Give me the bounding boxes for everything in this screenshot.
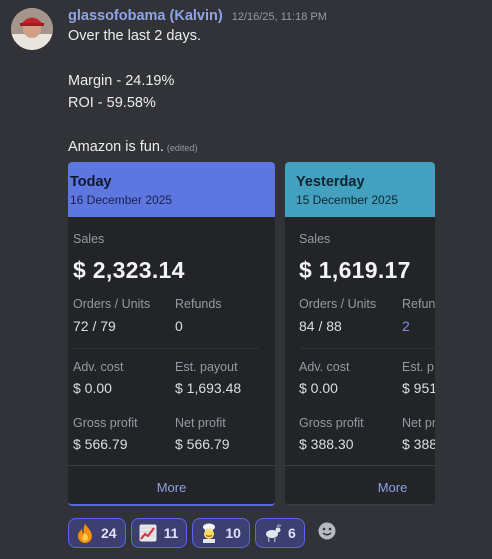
- refunds-label: Refun: [402, 297, 435, 311]
- message-header: glassofobama (Kalvin) 12/16/25, 11:18 PM: [68, 8, 327, 26]
- more-button[interactable]: More: [68, 480, 275, 495]
- card-header: Yesterday 15 December 2025: [285, 162, 435, 217]
- sales-value: $ 1,619.17: [299, 257, 411, 283]
- sales-label: Sales: [73, 232, 105, 246]
- reaction-count: 6: [287, 525, 296, 541]
- card-header: Today 16 December 2025: [68, 162, 275, 217]
- orders-label: Orders / Units: [299, 297, 377, 311]
- message-line: Over the last 2 days.: [68, 28, 201, 44]
- est-payout-label: Est. payout: [175, 360, 238, 374]
- fire-icon: [75, 523, 95, 543]
- sales-value: $ 2,323.14: [73, 257, 185, 283]
- more-button[interactable]: More: [285, 480, 435, 495]
- avatar[interactable]: [11, 8, 53, 50]
- message-line-last: Amazon is fun. (edited): [68, 139, 197, 155]
- cook-icon: [199, 523, 219, 543]
- net-profit-value: $ 566.79: [175, 436, 230, 452]
- net-profit-label: Net profit: [175, 416, 226, 430]
- goat-icon: [262, 523, 282, 543]
- gross-profit-label: Gross profit: [299, 416, 364, 430]
- divider: [68, 465, 275, 466]
- refunds-value[interactable]: 2: [402, 318, 410, 334]
- message-text: Amazon is fun.: [68, 139, 164, 155]
- add-reaction-button[interactable]: [312, 518, 342, 548]
- reaction-fire[interactable]: 24: [68, 518, 126, 548]
- adv-cost-value: $ 0.00: [73, 380, 112, 396]
- reaction-count: 11: [163, 525, 179, 541]
- net-profit-label: Net pr: [402, 416, 435, 430]
- orders-value: 84 / 88: [299, 318, 342, 334]
- today-stats-card: Today 16 December 2025 Sales $ 2,323.14 …: [68, 162, 275, 506]
- yesterday-stats-card: Yesterday 15 December 2025 Sales $ 1,619…: [285, 162, 435, 506]
- timestamp[interactable]: 12/16/25, 11:18 PM: [232, 11, 327, 23]
- orders-value: 72 / 79: [73, 318, 116, 334]
- card-title: Yesterday: [296, 174, 365, 190]
- message-line: Margin - 24.19%: [68, 73, 175, 89]
- est-payout-value: $ 951: [402, 380, 435, 396]
- reaction-chart-increasing[interactable]: 11: [130, 518, 188, 548]
- adv-cost-label: Adv. cost: [299, 360, 350, 374]
- refunds-label: Refunds: [175, 297, 222, 311]
- divider: [73, 348, 259, 349]
- gross-profit-label: Gross profit: [73, 416, 138, 430]
- est-payout-label: Est. p: [402, 360, 434, 374]
- divider: [285, 465, 435, 466]
- username[interactable]: glassofobama (Kalvin): [68, 8, 223, 24]
- orders-label: Orders / Units: [73, 297, 151, 311]
- message-line: ROI - 59.58%: [68, 95, 156, 111]
- gross-profit-value: $ 388.30: [299, 436, 354, 452]
- adv-cost-value: $ 0.00: [299, 380, 338, 396]
- divider: [299, 348, 435, 349]
- card-title: Today: [70, 174, 112, 190]
- card-date: 16 December 2025: [70, 193, 173, 207]
- card-date: 15 December 2025: [296, 193, 399, 207]
- est-payout-value: $ 1,693.48: [175, 380, 242, 396]
- edited-label: (edited): [166, 143, 198, 153]
- reactions-bar: 24 11 10 6: [68, 518, 342, 548]
- gross-profit-value: $ 566.79: [73, 436, 128, 452]
- reaction-count: 10: [225, 525, 241, 541]
- smiley-icon: [317, 521, 337, 546]
- reaction-goat[interactable]: 6: [254, 518, 305, 548]
- reaction-count: 24: [101, 525, 117, 541]
- reaction-cook[interactable]: 10: [192, 518, 250, 548]
- refunds-value: 0: [175, 318, 183, 334]
- chart-increasing-icon: [138, 523, 158, 543]
- adv-cost-label: Adv. cost: [73, 360, 124, 374]
- net-profit-value: $ 388: [402, 436, 435, 452]
- sales-label: Sales: [299, 232, 331, 246]
